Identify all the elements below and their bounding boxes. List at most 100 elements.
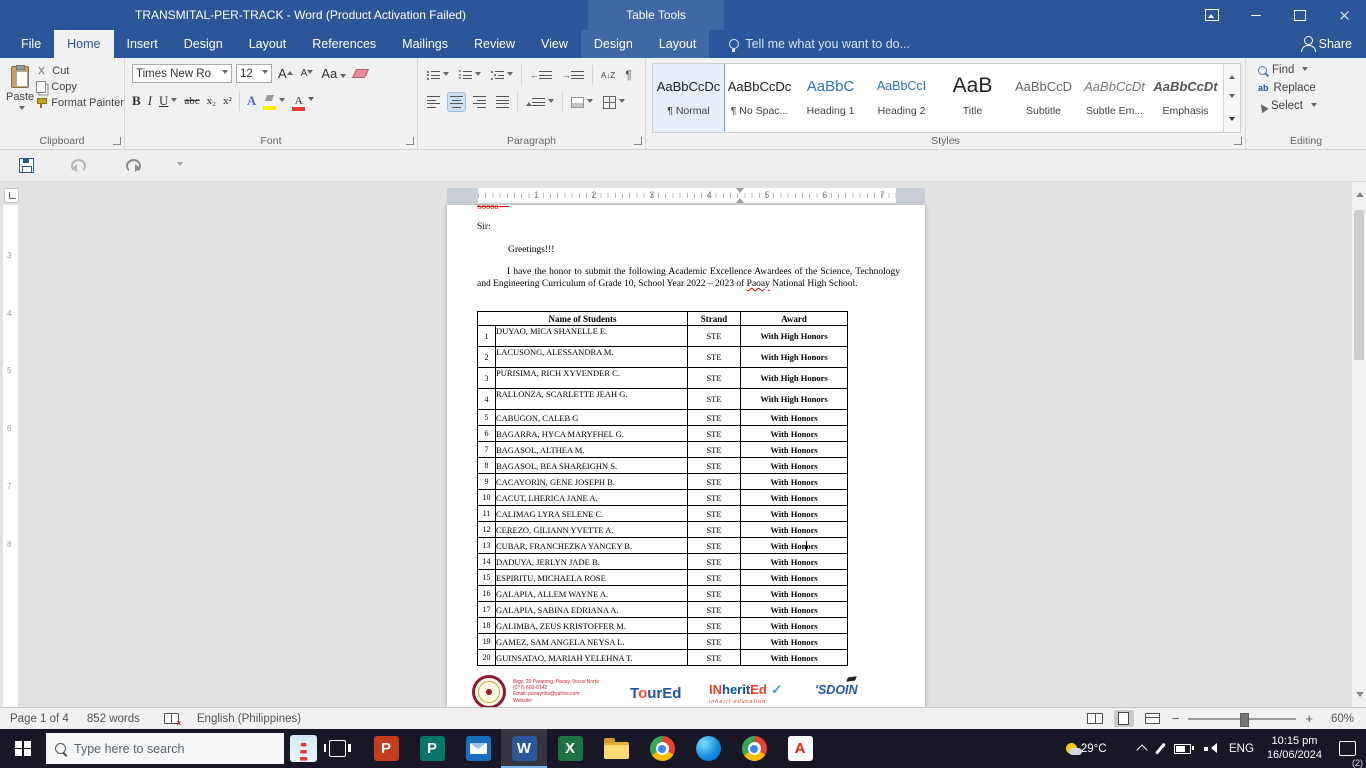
chrome-icon[interactable] (639, 729, 685, 768)
document-page[interactable]: Soooa --- Sir: Greetings!!! I have the h… (447, 205, 925, 707)
clipboard-dialog-launcher-icon[interactable] (113, 137, 121, 145)
tab-layout[interactable]: Layout (236, 30, 300, 58)
scroll-down-icon[interactable] (1355, 692, 1364, 701)
action-center-icon[interactable] (1339, 741, 1356, 756)
decrease-indent-button[interactable]: ← (528, 68, 554, 83)
undo-icon[interactable] (71, 158, 86, 173)
tab-home[interactable]: Home (54, 30, 114, 58)
style-title[interactable]: AaB Title (937, 64, 1008, 132)
superscript-button[interactable]: x² (223, 95, 232, 107)
tab-design[interactable]: Design (171, 30, 236, 58)
borders-button[interactable] (601, 95, 627, 110)
read-mode-button[interactable] (1085, 710, 1105, 727)
underline-button[interactable]: U (159, 92, 178, 110)
task-view-button[interactable] (317, 729, 357, 768)
table-tools-tab-design[interactable]: Design (581, 30, 646, 58)
language-abbreviation[interactable]: ENG (1229, 743, 1254, 755)
style-emphasis[interactable]: AaBbCcDt Emphasis (1150, 64, 1221, 132)
copy-button[interactable]: Copy (36, 81, 124, 93)
redo-icon[interactable] (126, 158, 141, 173)
word-icon[interactable]: W (501, 729, 547, 768)
scroll-up-icon[interactable] (1355, 188, 1364, 197)
style-no-spac[interactable]: AaBbCcDc ¶ No Spac... (724, 64, 795, 132)
file-explorer-icon[interactable] (593, 729, 639, 768)
multilevel-list-button[interactable] (489, 68, 515, 83)
tab-review[interactable]: Review (461, 30, 528, 58)
font-color-button[interactable]: A (292, 91, 315, 111)
style-heading-2[interactable]: AaBbCcI Heading 2 (866, 64, 937, 132)
font-dialog-launcher-icon[interactable] (406, 137, 414, 145)
battery-icon[interactable] (1174, 743, 1194, 754)
paragraph-dialog-launcher-icon[interactable] (634, 137, 642, 145)
style-subtitle[interactable]: AaBbCcD Subtitle (1008, 64, 1079, 132)
mail-icon[interactable] (455, 729, 501, 768)
change-case-button[interactable]: Aa (319, 66, 348, 81)
scrollbar-thumb[interactable] (1354, 210, 1364, 360)
show-formatting-marks-button[interactable]: ¶ (623, 67, 633, 83)
acrobat-icon[interactable]: A (777, 729, 823, 768)
zoom-slider-thumb[interactable] (1240, 712, 1250, 727)
vertical-scrollbar[interactable] (1351, 182, 1366, 707)
bold-button[interactable]: B (132, 93, 141, 109)
font-name-select[interactable]: Times New Ro (132, 64, 232, 83)
italic-button[interactable]: I (148, 93, 152, 109)
style-subtle-em[interactable]: AaBbCcDt Subtle Em... (1079, 64, 1150, 132)
excel-icon[interactable]: X (547, 729, 593, 768)
align-right-button[interactable] (471, 93, 488, 112)
font-size-select[interactable]: 12 (236, 64, 272, 83)
highlight-color-button[interactable] (263, 92, 286, 110)
table-tools-tab-layout[interactable]: Layout (646, 30, 710, 58)
indent-markers[interactable] (735, 188, 744, 203)
close-button[interactable] (1322, 0, 1366, 30)
web-layout-button[interactable] (1143, 710, 1163, 727)
zoom-in-button[interactable]: + (1305, 711, 1313, 726)
shrink-font-button[interactable]: A (299, 68, 316, 79)
maximize-button[interactable] (1278, 0, 1322, 30)
speaker-icon[interactable] (1204, 743, 1218, 754)
select-button[interactable]: Select (1255, 98, 1366, 114)
numbering-button[interactable] (457, 68, 483, 83)
tab-references[interactable]: References (299, 30, 389, 58)
replace-button[interactable]: ab Replace (1258, 82, 1366, 94)
styles-expand-icon[interactable] (1229, 117, 1235, 124)
page-indicator[interactable]: Page 1 of 4 (10, 713, 69, 725)
styles-scroll-up-icon[interactable] (1229, 72, 1235, 79)
pen-icon[interactable] (1154, 742, 1165, 755)
cut-button[interactable]: Cut (36, 65, 124, 77)
text-effects-button[interactable]: A (247, 93, 256, 109)
styles-dialog-launcher-icon[interactable] (1234, 137, 1242, 145)
ribbon-display-options-icon[interactable] (1190, 0, 1234, 30)
share-button[interactable]: Share (1301, 30, 1352, 58)
find-button[interactable]: Find (1258, 64, 1366, 76)
align-left-button[interactable] (425, 93, 442, 112)
print-layout-button[interactable] (1113, 710, 1134, 727)
clear-formatting-button[interactable] (352, 69, 370, 78)
proofing-status-icon[interactable]: x (163, 713, 181, 727)
shading-button[interactable] (569, 96, 595, 109)
tab-stop-selector[interactable] (4, 188, 19, 203)
word-count[interactable]: 852 words (87, 713, 140, 725)
tab-view[interactable]: View (528, 30, 581, 58)
search-highlight-lighthouse-icon[interactable] (290, 735, 317, 762)
clock[interactable]: 10:15 pm 16/06/2024 (1267, 735, 1322, 762)
chrome-2-icon[interactable] (731, 729, 777, 768)
start-button[interactable] (0, 729, 46, 768)
sort-button[interactable]: A↓Z (599, 70, 617, 81)
grow-font-button[interactable]: A (276, 66, 295, 81)
customize-qat-icon[interactable] (177, 162, 183, 169)
horizontal-ruler[interactable]: 1 2 3 4 5 6 7 (447, 188, 925, 203)
align-center-button[interactable] (447, 91, 466, 113)
tab-insert[interactable]: Insert (114, 30, 171, 58)
subscript-button[interactable]: x₂ (207, 95, 216, 107)
format-painter-button[interactable]: Format Painter (36, 97, 124, 109)
language-indicator[interactable]: English (Philippines) (197, 713, 301, 725)
minimize-button[interactable] (1234, 0, 1278, 30)
zoom-percentage[interactable]: 60% (1322, 713, 1354, 725)
style-heading-1[interactable]: AaBbC Heading 1 (795, 64, 866, 132)
styles-scroll-down-icon[interactable] (1229, 94, 1235, 101)
tell-me-box[interactable]: Tell me what you want to do... (729, 30, 910, 58)
line-spacing-button[interactable] (524, 95, 556, 110)
vertical-ruler[interactable]: 3 4 5 6 7 8 (3, 205, 18, 707)
save-icon[interactable] (19, 158, 34, 173)
show-hidden-icons-chevron[interactable] (1135, 744, 1148, 756)
